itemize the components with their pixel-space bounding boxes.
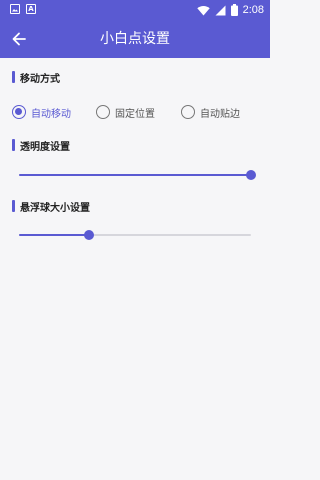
wifi-icon [196,5,210,15]
status-time: 2:08 [242,4,264,16]
transparency-slider[interactable] [19,169,256,181]
radio-auto-move-indicator[interactable] [12,105,26,119]
radio-fixed-position[interactable]: 固定位置 [96,103,155,121]
transparency-section-title: 透明度设置 [12,138,70,153]
ball-size-title: 悬浮球大小设置 [20,202,90,214]
page-title: 小白点设置 [100,31,170,47]
status-bar: A 2:08 [0,0,270,20]
battery-icon [230,4,238,16]
ball-size-slider[interactable] [19,229,251,241]
section-accent-bar [12,200,15,212]
slider-fill [19,234,89,236]
move-mode-section-title: 移动方式 [12,70,60,85]
back-button[interactable] [6,27,32,51]
status-system-icons: 2:08 [196,3,264,17]
slider-thumb[interactable] [83,230,94,240]
status-notification-icons: A [10,4,36,14]
section-accent-bar [12,71,15,83]
radio-fixed-position-indicator[interactable] [96,105,110,119]
text-a-icon: A [26,4,36,14]
arrow-left-icon [12,32,26,46]
image-icon [10,4,20,14]
move-mode-radio-group: 自动移动 固定位置 自动贴边 [12,103,262,121]
text-a-glyph: A [28,5,34,13]
slider-thumb[interactable] [246,170,256,180]
radio-auto-move[interactable]: 自动移动 [12,103,71,121]
radio-fixed-position-label: 固定位置 [115,108,155,120]
radio-auto-edge-label: 自动贴边 [200,108,240,120]
radio-auto-edge[interactable]: 自动贴边 [181,103,240,121]
slider-fill [19,174,251,176]
radio-auto-edge-indicator[interactable] [181,105,195,119]
ball-size-section-title: 悬浮球大小设置 [12,199,90,214]
section-accent-bar [12,139,15,151]
radio-auto-move-label: 自动移动 [31,108,71,120]
app-bar: 小白点设置 [0,20,270,58]
move-mode-title: 移动方式 [20,73,60,85]
signal-icon [215,5,226,15]
transparency-title: 透明度设置 [20,141,70,153]
